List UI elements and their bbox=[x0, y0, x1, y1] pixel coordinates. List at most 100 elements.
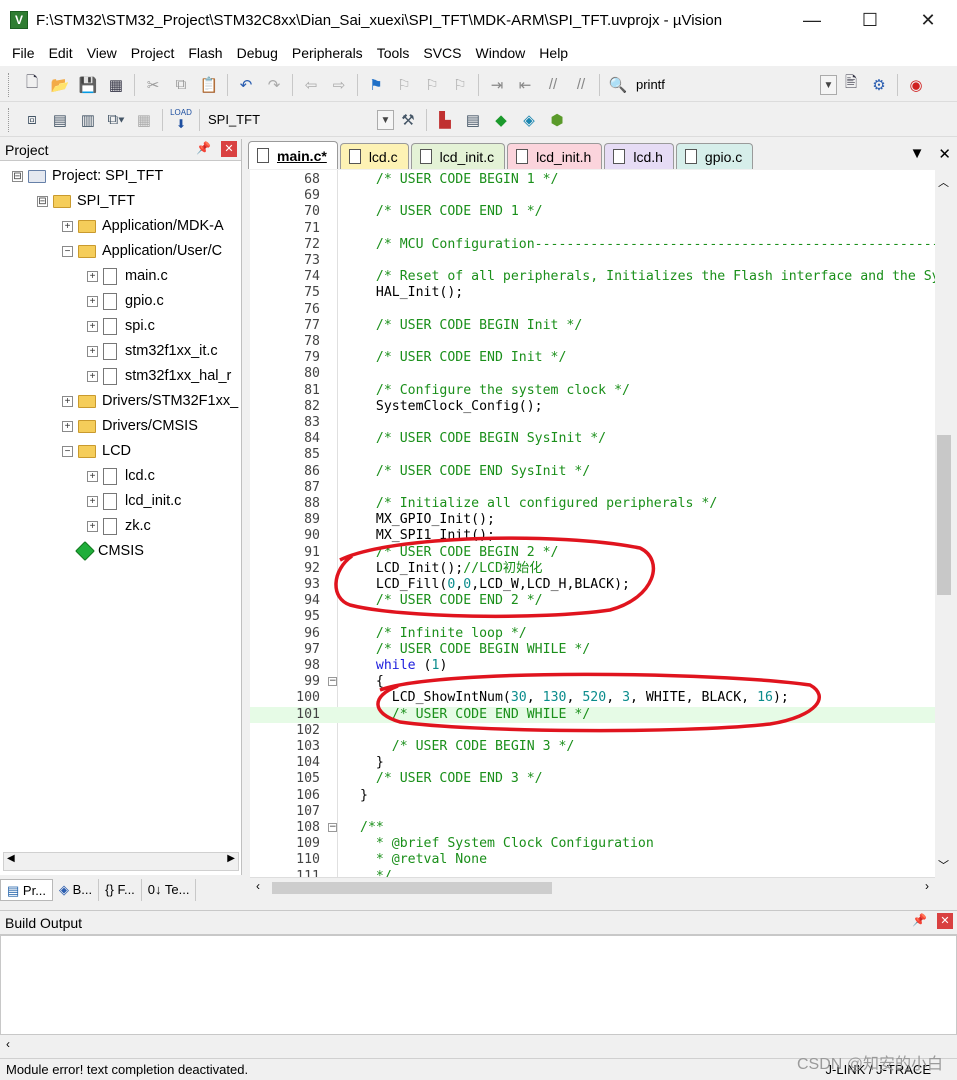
code-editor[interactable]: 68 /* USER CODE BEGIN 1 */69 70 /* USER C… bbox=[250, 170, 935, 877]
save-icon[interactable]: 💾 bbox=[77, 74, 99, 96]
undo-icon[interactable]: ↶ bbox=[235, 74, 257, 96]
tree-item[interactable]: − Application/User/C bbox=[62, 239, 222, 263]
pack-installer-icon[interactable]: ⬢ bbox=[546, 109, 568, 131]
menu-tools[interactable]: Tools bbox=[370, 45, 417, 61]
close-icon[interactable]: ✕ bbox=[937, 913, 953, 929]
tab-templates[interactable]: 0↓ Te... bbox=[142, 879, 197, 901]
expand-icon[interactable]: + bbox=[87, 520, 98, 532]
chevron-down-icon[interactable]: ▼ bbox=[820, 74, 837, 95]
expand-icon[interactable]: + bbox=[62, 220, 73, 232]
indent-icon[interactable]: ⇥ bbox=[486, 74, 508, 96]
menu-project[interactable]: Project bbox=[124, 45, 182, 61]
new-file-icon[interactable]: 🗋 bbox=[21, 74, 43, 96]
toolbar-grip[interactable] bbox=[8, 107, 12, 132]
build-icon[interactable]: ▤ bbox=[49, 109, 71, 131]
tree-item[interactable]: CMSIS bbox=[62, 539, 144, 563]
vertical-scrollbar[interactable]: ︿ ﹀ bbox=[935, 170, 953, 877]
comment-icon[interactable]: // bbox=[542, 74, 564, 96]
toolbar-grip[interactable] bbox=[8, 72, 12, 97]
file-tab[interactable]: lcd.c bbox=[339, 143, 409, 169]
prev-bookmark-icon[interactable]: ⚐ bbox=[393, 74, 415, 96]
tree-item[interactable]: − LCD bbox=[62, 439, 131, 463]
debug-session-icon[interactable]: ⚙ bbox=[868, 74, 890, 96]
expand-icon[interactable]: + bbox=[87, 270, 98, 282]
expand-icon[interactable]: + bbox=[87, 470, 98, 482]
scroll-thumb[interactable] bbox=[937, 435, 951, 595]
file-tab[interactable]: lcd_init.h bbox=[507, 143, 603, 169]
tree-item[interactable]: + stm32f1xx_it.c bbox=[87, 339, 218, 363]
manage-rte-icon[interactable]: ◆ bbox=[490, 109, 512, 131]
collapse-icon[interactable]: ⊟ bbox=[12, 170, 23, 182]
scroll-right-icon[interactable]: ▶ bbox=[227, 853, 235, 864]
horizontal-scrollbar[interactable]: ◀ ▶ bbox=[3, 852, 239, 871]
menu-help[interactable]: Help bbox=[532, 45, 575, 61]
menu-svcs[interactable]: SVCS bbox=[416, 45, 468, 61]
close-icon[interactable]: ✕ bbox=[221, 141, 237, 157]
paste-icon[interactable]: 📋 bbox=[198, 74, 220, 96]
pin-icon[interactable]: 📌 bbox=[912, 913, 927, 927]
chevron-down-icon[interactable]: ▼ bbox=[377, 109, 394, 130]
tree-item[interactable]: + Drivers/STM32F1xx_ bbox=[62, 389, 238, 413]
tab-books[interactable]: ◈ B... bbox=[53, 879, 100, 901]
redo-icon[interactable]: ↷ bbox=[263, 74, 285, 96]
pin-icon[interactable]: 📌 bbox=[196, 141, 211, 155]
scroll-left-icon[interactable]: ‹ bbox=[256, 879, 260, 893]
search-icon[interactable]: ◉ bbox=[905, 74, 927, 96]
expand-icon[interactable]: + bbox=[87, 295, 98, 307]
tree-item[interactable]: + stm32f1xx_hal_r bbox=[87, 364, 231, 388]
menu-window[interactable]: Window bbox=[469, 45, 533, 61]
expand-icon[interactable]: + bbox=[87, 495, 98, 507]
nav-back-icon[interactable]: ⇦ bbox=[300, 74, 322, 96]
incremental-find-icon[interactable]: 🖹 bbox=[840, 74, 862, 96]
expand-icon[interactable]: + bbox=[87, 370, 98, 382]
menu-flash[interactable]: Flash bbox=[181, 45, 229, 61]
file-tab[interactable]: main.c* bbox=[248, 141, 338, 169]
scroll-up-icon[interactable]: ︿ bbox=[938, 174, 949, 190]
close-button[interactable]: ✕ bbox=[899, 0, 957, 40]
manage-project-icon[interactable]: ▙ bbox=[434, 109, 456, 131]
collapse-icon[interactable]: ⊟ bbox=[37, 195, 48, 207]
nav-forward-icon[interactable]: ⇨ bbox=[328, 74, 350, 96]
expand-icon[interactable]: + bbox=[87, 320, 98, 332]
minimize-button[interactable]: — bbox=[783, 0, 841, 40]
find-combo[interactable]: printf ▼ bbox=[632, 74, 837, 96]
expand-icon[interactable]: + bbox=[62, 420, 73, 432]
find-in-files-icon[interactable]: 🔍 bbox=[607, 74, 629, 96]
file-tab[interactable]: lcd.h bbox=[604, 143, 674, 169]
tab-list-icon[interactable]: ▼ bbox=[910, 145, 925, 163]
maximize-button[interactable]: ☐ bbox=[841, 0, 899, 40]
file-tab[interactable]: gpio.c bbox=[675, 143, 754, 169]
tree-item[interactable]: + zk.c bbox=[87, 514, 151, 538]
translate-icon[interactable]: ⧈ bbox=[21, 109, 43, 131]
stop-build-icon[interactable]: ▦ bbox=[133, 109, 155, 131]
scroll-left-icon[interactable]: ◀ bbox=[7, 853, 15, 864]
scroll-down-icon[interactable]: ﹀ bbox=[938, 857, 949, 873]
collapse-icon[interactable]: − bbox=[62, 445, 73, 457]
expand-icon[interactable]: + bbox=[62, 395, 73, 407]
cut-icon[interactable]: ✂ bbox=[142, 74, 164, 96]
uncomment-icon[interactable]: // bbox=[570, 74, 592, 96]
build-output-text[interactable] bbox=[0, 935, 957, 1035]
tree-item[interactable]: + Application/MDK-A bbox=[62, 214, 224, 238]
scroll-left-icon[interactable]: ‹ bbox=[6, 1037, 10, 1051]
collapse-icon[interactable]: − bbox=[62, 245, 73, 257]
tree-item[interactable]: + lcd_init.c bbox=[87, 489, 181, 513]
tree-item[interactable]: + main.c bbox=[87, 264, 168, 288]
select-pack-icon[interactable]: ◈ bbox=[518, 109, 540, 131]
fold-toggle-icon[interactable]: − bbox=[328, 677, 337, 687]
file-extensions-icon[interactable]: ▤ bbox=[462, 109, 484, 131]
copy-icon[interactable]: ⧉ bbox=[170, 74, 192, 96]
expand-icon[interactable]: + bbox=[87, 345, 98, 357]
clear-bookmarks-icon[interactable]: ⚐ bbox=[449, 74, 471, 96]
file-tab[interactable]: lcd_init.c bbox=[410, 143, 506, 169]
tree-item[interactable]: + spi.c bbox=[87, 314, 155, 338]
menu-peripherals[interactable]: Peripherals bbox=[285, 45, 370, 61]
scroll-thumb[interactable] bbox=[272, 882, 552, 894]
bookmark-icon[interactable]: ⚑ bbox=[365, 74, 387, 96]
tree-item[interactable]: + lcd.c bbox=[87, 464, 155, 488]
menu-view[interactable]: View bbox=[80, 45, 124, 61]
download-load-icon[interactable]: LOAD ⬇ bbox=[170, 108, 192, 131]
close-tab-icon[interactable]: ✕ bbox=[938, 145, 951, 163]
fold-toggle-icon[interactable]: − bbox=[328, 823, 337, 832]
menu-debug[interactable]: Debug bbox=[230, 45, 285, 61]
